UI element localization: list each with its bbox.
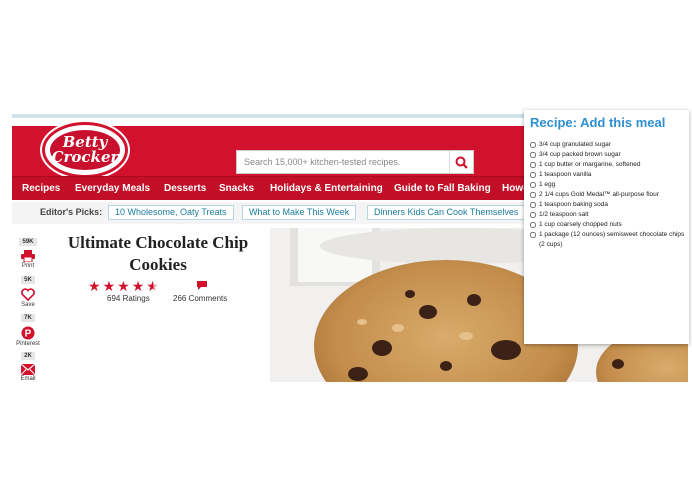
ingredient-label: 1/2 teaspoon salt bbox=[539, 211, 589, 218]
ingredient-label: 1 egg bbox=[539, 181, 556, 188]
recipe-title: Ultimate Chocolate Chip Cookies bbox=[67, 233, 249, 274]
pick-link[interactable]: What to Make This Week bbox=[242, 205, 357, 220]
ingredient-item[interactable]: 3/4 cup packed brown sugar bbox=[530, 150, 685, 160]
ingredient-label: 1 teaspoon baking soda bbox=[539, 201, 609, 208]
ingredient-checkbox[interactable] bbox=[530, 172, 536, 178]
comments-count[interactable]: 266 Comments bbox=[173, 294, 227, 303]
logo-text-line2: Crocker bbox=[51, 148, 119, 166]
share-save[interactable]: 5K Save bbox=[16, 268, 40, 308]
share-email[interactable]: 2K Email bbox=[16, 344, 40, 382]
pinterest-icon: P bbox=[21, 326, 35, 340]
svg-text:P: P bbox=[25, 329, 32, 340]
ingredient-checkbox[interactable] bbox=[530, 162, 536, 168]
star-icon: ★ bbox=[88, 278, 103, 294]
share-count: 59K bbox=[19, 238, 37, 246]
heart-icon bbox=[21, 288, 35, 301]
ingredient-checkbox[interactable] bbox=[530, 212, 536, 218]
search-bar bbox=[236, 150, 474, 174]
email-icon bbox=[21, 364, 35, 375]
ingredient-label: 1 cup butter or margarine, softened bbox=[539, 161, 641, 168]
star-icon: ★ bbox=[131, 278, 147, 294]
panel-title: Recipe: Add this meal bbox=[530, 115, 666, 130]
share-count: 2K bbox=[21, 352, 35, 360]
ingredient-checkbox[interactable] bbox=[530, 222, 536, 228]
nav-item-snacks[interactable]: Snacks bbox=[219, 177, 254, 201]
ingredient-item[interactable]: 1 cup coarsely chopped nuts bbox=[530, 220, 685, 230]
ingredient-checkbox[interactable] bbox=[530, 202, 536, 208]
ingredient-item[interactable]: 1 egg bbox=[530, 180, 685, 190]
nav-item-everyday-meals[interactable]: Everyday Meals bbox=[75, 177, 150, 201]
ingredient-checkbox[interactable] bbox=[530, 182, 536, 188]
recipe-extension-panel: Recipe: Add this meal 3/4 cup granulated… bbox=[524, 110, 689, 344]
ingredient-label: 3/4 cup packed brown sugar bbox=[539, 151, 621, 158]
ingredient-item[interactable]: 2 1/4 cups Gold Medal™ all-purpose flour bbox=[530, 190, 685, 200]
share-pinterest[interactable]: 7K P Pinterest bbox=[16, 306, 40, 347]
ingredient-item[interactable]: 1 teaspoon baking soda bbox=[530, 200, 685, 210]
half-star-icon: ★ bbox=[146, 278, 161, 294]
nav-item-holidays[interactable]: Holidays & Entertaining bbox=[270, 177, 383, 201]
pick-link[interactable]: 10 Wholesome, Oaty Treats bbox=[108, 205, 234, 220]
ingredient-label: 3/4 cup granulated sugar bbox=[539, 141, 611, 148]
search-icon bbox=[455, 156, 468, 169]
share-print[interactable]: 59K Print bbox=[16, 230, 40, 269]
ingredient-list: 3/4 cup granulated sugar 3/4 cup packed … bbox=[530, 140, 685, 250]
star-rating[interactable]: ★★★★★ bbox=[88, 278, 161, 295]
nav-item-recipes[interactable]: Recipes bbox=[22, 177, 60, 201]
ratings-count[interactable]: 694 Ratings bbox=[107, 294, 150, 303]
share-label: Email bbox=[20, 376, 36, 382]
star-icon: ★ bbox=[117, 278, 132, 294]
comment-icon bbox=[197, 281, 207, 290]
ingredient-label: 1 cup coarsely chopped nuts bbox=[539, 221, 622, 228]
ingredient-item[interactable]: 3/4 cup granulated sugar bbox=[530, 140, 685, 150]
ingredient-label: 1 teaspoon vanilla bbox=[539, 171, 592, 178]
ingredient-label: 2 1/4 cups Gold Medal™ all-purpose flour bbox=[539, 191, 659, 198]
pick-link[interactable]: Dinners Kids Can Cook Themselves bbox=[367, 205, 526, 220]
share-count: 5K bbox=[21, 276, 35, 284]
editors-picks-label: Editor's Picks: bbox=[40, 207, 103, 217]
ingredient-item[interactable]: 1/2 teaspoon salt bbox=[530, 210, 685, 220]
ingredient-checkbox[interactable] bbox=[530, 192, 536, 198]
betty-crocker-logo[interactable]: Betty Crocker bbox=[42, 122, 128, 178]
ingredient-item[interactable]: 1 teaspoon vanilla bbox=[530, 170, 685, 180]
ingredient-item[interactable]: 1 cup butter or margarine, softened bbox=[530, 160, 685, 170]
ingredient-checkbox[interactable] bbox=[530, 232, 536, 238]
nav-item-fall-baking[interactable]: Guide to Fall Baking bbox=[394, 177, 491, 201]
star-icon: ★ bbox=[102, 278, 118, 294]
ingredient-checkbox[interactable] bbox=[530, 152, 536, 158]
ingredient-checkbox[interactable] bbox=[530, 142, 536, 148]
search-button[interactable] bbox=[449, 151, 473, 173]
ingredient-label: 1 package (12 ounces) semisweet chocolat… bbox=[539, 231, 685, 248]
search-input[interactable] bbox=[237, 151, 449, 173]
share-count: 7K bbox=[21, 314, 35, 322]
printer-icon bbox=[21, 250, 35, 262]
ingredient-item[interactable]: 1 package (12 ounces) semisweet chocolat… bbox=[530, 230, 685, 250]
nav-item-how-to[interactable]: How- bbox=[502, 177, 526, 201]
nav-item-desserts[interactable]: Desserts bbox=[164, 177, 206, 201]
